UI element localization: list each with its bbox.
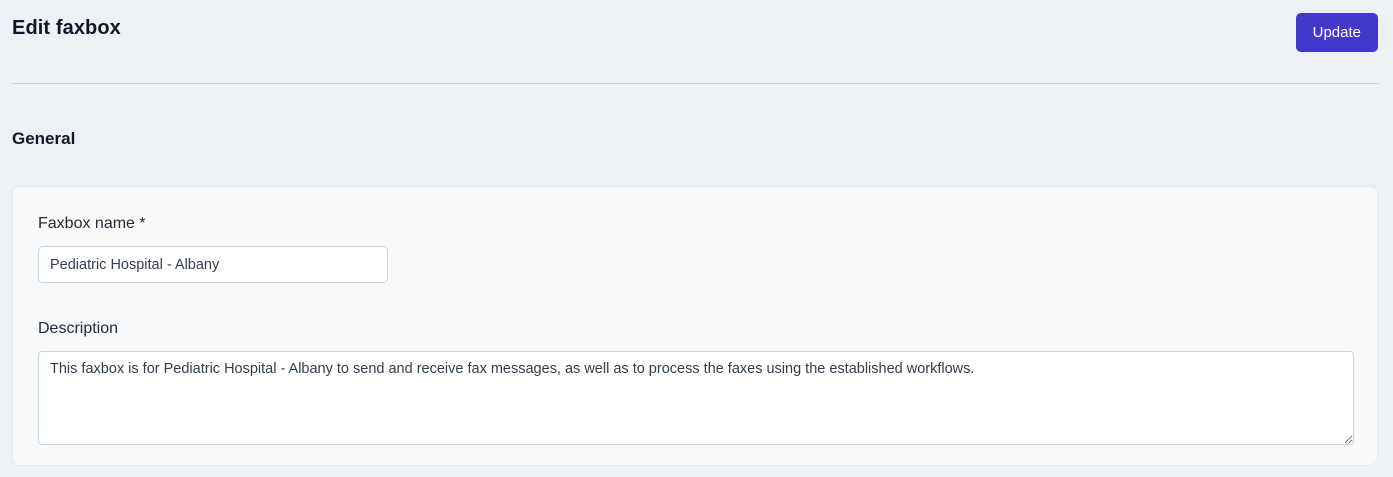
page-title: Edit faxbox	[12, 17, 121, 39]
description-textarea[interactable]: This faxbox is for Pediatric Hospital - …	[38, 351, 1354, 445]
section-heading-general: General	[12, 129, 76, 148]
description-label: Description	[38, 320, 119, 337]
faxbox-name-input[interactable]	[38, 246, 388, 283]
general-panel: Faxbox name * Description This faxbox is…	[12, 186, 1378, 466]
edit-faxbox-page: Edit faxbox Update General Faxbox name *…	[0, 0, 1393, 477]
update-button[interactable]: Update	[1295, 13, 1378, 52]
header-divider	[11, 83, 1379, 84]
faxbox-name-label: Faxbox name *	[38, 215, 146, 232]
page-header: Edit faxbox Update	[0, 0, 1393, 52]
